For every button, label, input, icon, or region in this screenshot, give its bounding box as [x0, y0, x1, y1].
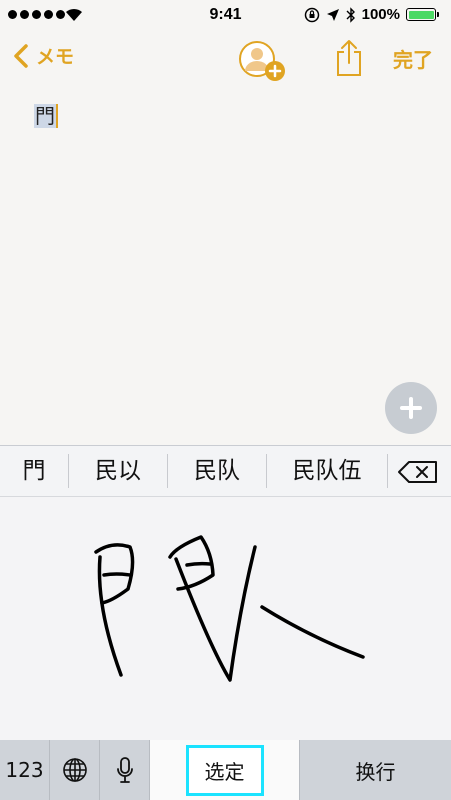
microphone-icon [116, 757, 133, 783]
globe-icon [62, 758, 87, 782]
select-key[interactable]: 选定 [150, 740, 299, 800]
add-attachment-button[interactable] [385, 382, 437, 434]
back-button[interactable]: メモ [14, 42, 74, 69]
candidate-item[interactable]: 民队伍 [267, 446, 387, 497]
select-key-label: 选定 [185, 744, 264, 796]
candidate-bar: 門 民以 民队 民队伍 [0, 445, 451, 497]
candidate-item[interactable]: 門 [0, 446, 68, 497]
share-icon[interactable] [334, 38, 364, 78]
nav-bar: メモ 完了 [0, 30, 451, 90]
candidate-item[interactable]: 民队 [168, 446, 266, 497]
numbers-key[interactable]: 123 [0, 740, 50, 800]
keyboard-bottom-row: 123 选定 换行 [0, 740, 451, 800]
microphone-key[interactable] [100, 740, 150, 800]
status-bar: 9:41 100% [0, 0, 451, 30]
backspace-icon[interactable] [397, 460, 439, 484]
add-person-icon[interactable] [237, 39, 289, 83]
handwriting-strokes [94, 535, 365, 682]
handwriting-pad[interactable] [0, 497, 451, 740]
battery-percent: 100% [361, 6, 400, 23]
back-label: メモ [36, 46, 75, 68]
rotation-lock-icon [304, 7, 319, 22]
candidate-item[interactable]: 民以 [69, 446, 167, 497]
note-text[interactable]: 門 [34, 100, 58, 129]
bluetooth-icon [346, 6, 355, 23]
chevron-left-icon [14, 43, 28, 68]
text-caret [56, 104, 58, 128]
location-icon [326, 8, 339, 21]
done-button[interactable]: 完了 [393, 44, 433, 73]
return-key[interactable]: 换行 [299, 740, 451, 800]
battery-icon [406, 8, 439, 21]
candidate-divider [387, 454, 388, 488]
selected-text: 門 [34, 104, 56, 128]
globe-key[interactable] [50, 740, 100, 800]
note-editor[interactable]: 門 [0, 90, 451, 445]
